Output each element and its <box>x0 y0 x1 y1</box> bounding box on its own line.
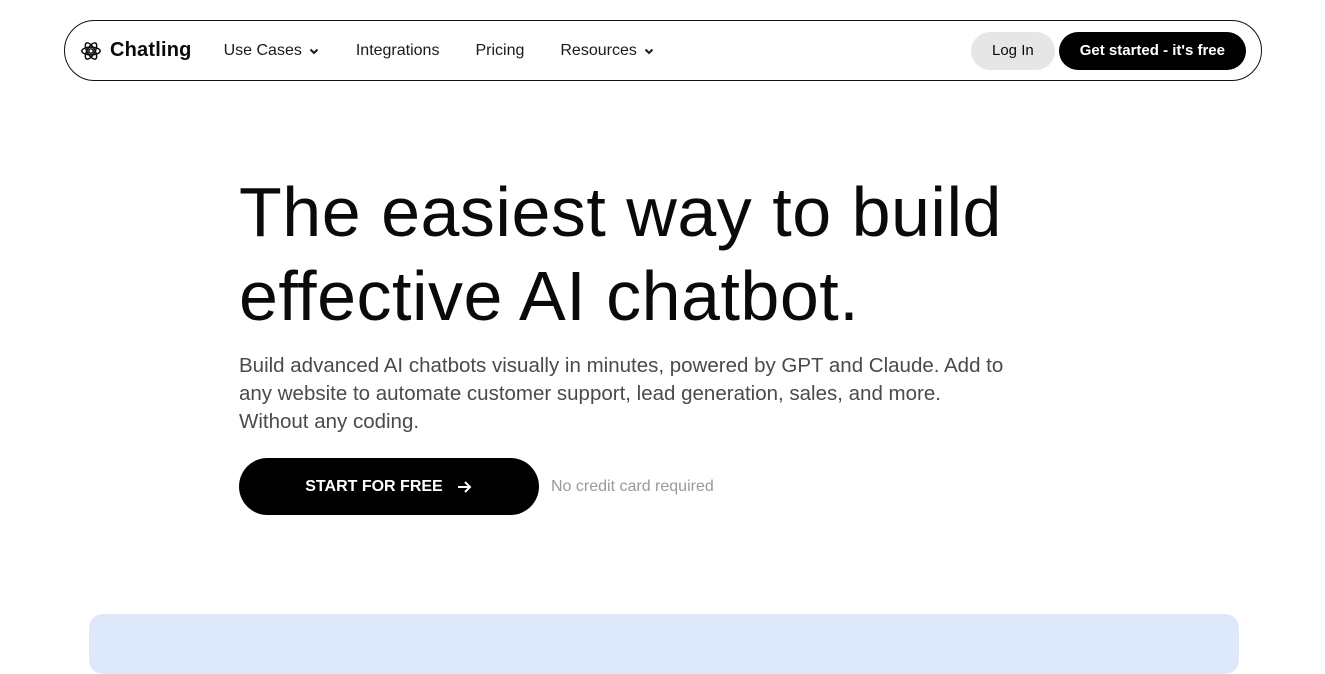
chevron-down-icon <box>309 48 319 54</box>
no-credit-card-note: No credit card required <box>551 477 714 495</box>
brand-logo-link[interactable]: Chatling <box>80 39 192 62</box>
hero-subtitle-line: any website to automate customer support… <box>239 382 941 405</box>
hero-section: The easiest way to build effective AI ch… <box>239 170 1099 436</box>
nav-item-integrations[interactable]: Integrations <box>356 42 440 60</box>
product-preview-panel <box>89 614 1239 674</box>
hero-subtitle-line: Without any coding. <box>239 410 420 433</box>
nav-item-label: Pricing <box>475 41 525 59</box>
cta-row: START FOR FREE No credit card required <box>239 458 714 515</box>
nav-item-label: Use Cases <box>223 41 302 59</box>
nav-item-resources[interactable]: Resources <box>560 42 654 60</box>
nav-item-pricing[interactable]: Pricing <box>475 42 524 60</box>
cta-label: START FOR FREE <box>305 477 443 495</box>
hero-title-line: The easiest way to build <box>239 173 1002 251</box>
hero-subtitle: Build advanced AI chatbots visually in m… <box>239 352 1089 436</box>
atom-logo-icon <box>81 41 101 60</box>
hero-title: The easiest way to build effective AI ch… <box>239 170 1099 338</box>
top-navbar: Chatling Use Cases Integrations Pricing … <box>64 20 1262 81</box>
login-button[interactable]: Log In <box>971 31 1055 70</box>
start-for-free-button[interactable]: START FOR FREE <box>239 458 539 515</box>
hero-title-line: effective AI chatbot. <box>239 257 860 335</box>
nav-item-use-cases[interactable]: Use Cases <box>224 42 320 60</box>
arrow-right-icon <box>457 480 472 493</box>
nav-links: Use Cases Integrations Pricing Resources <box>224 42 691 60</box>
chevron-down-icon <box>644 48 654 54</box>
nav-item-label: Integrations <box>355 41 440 59</box>
hero-subtitle-line: Build advanced AI chatbots visually in m… <box>239 354 1004 377</box>
get-started-button[interactable]: Get started - it's free <box>1058 31 1246 70</box>
brand-name: Chatling <box>110 39 192 61</box>
nav-actions: Log In Get started - it's free <box>971 31 1246 70</box>
nav-item-label: Resources <box>560 41 637 59</box>
